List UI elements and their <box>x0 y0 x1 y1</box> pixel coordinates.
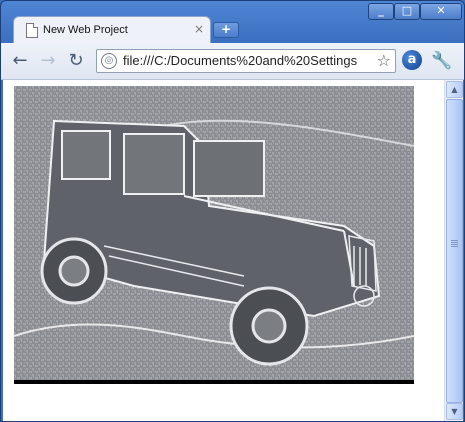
scroll-thumb[interactable] <box>446 99 463 403</box>
jeep-photo-drawing <box>14 86 414 384</box>
minimize-icon: _ <box>378 4 384 17</box>
new-tab-button[interactable]: + <box>213 22 239 38</box>
tab-close-icon[interactable]: × <box>194 22 204 36</box>
forward-button[interactable]: → <box>37 50 59 72</box>
globe-icon: ◎ <box>101 53 117 69</box>
jeep-photo <box>14 86 414 384</box>
page-icon <box>26 23 38 38</box>
vertical-scrollbar[interactable]: ▲ ▼ <box>444 80 463 421</box>
scroll-down-button[interactable]: ▼ <box>446 403 463 420</box>
page-content <box>3 80 444 421</box>
toolbar: ← → ↻ ◎ file:///C:/Documents%20and%20Set… <box>1 43 464 80</box>
tab-new-web-project[interactable]: New Web Project × <box>13 16 211 44</box>
close-button[interactable]: ✕ <box>420 3 462 20</box>
grip-icon <box>451 240 458 241</box>
extension-icon[interactable]: a <box>402 50 422 70</box>
maximize-button[interactable]: □ <box>394 3 420 20</box>
bookmark-star-icon[interactable]: ☆ <box>372 50 391 72</box>
minimize-button[interactable]: _ <box>368 3 394 20</box>
close-icon: ✕ <box>436 4 446 17</box>
tab-title: New Web Project <box>43 24 128 36</box>
back-button[interactable]: ← <box>9 50 31 72</box>
browser-window: _ □ ✕ New Web Project × + ← → ↻ ◎ file:/… <box>0 0 465 422</box>
wrench-menu-icon[interactable]: 🔧 <box>431 51 452 71</box>
scroll-up-button[interactable]: ▲ <box>446 81 463 98</box>
address-bar[interactable]: ◎ file:///C:/Documents%20and%20Settings … <box>96 49 396 73</box>
maximize-icon: □ <box>401 4 413 17</box>
url-text[interactable]: file:///C:/Documents%20and%20Settings <box>123 53 357 68</box>
reload-button[interactable]: ↻ <box>65 50 87 72</box>
